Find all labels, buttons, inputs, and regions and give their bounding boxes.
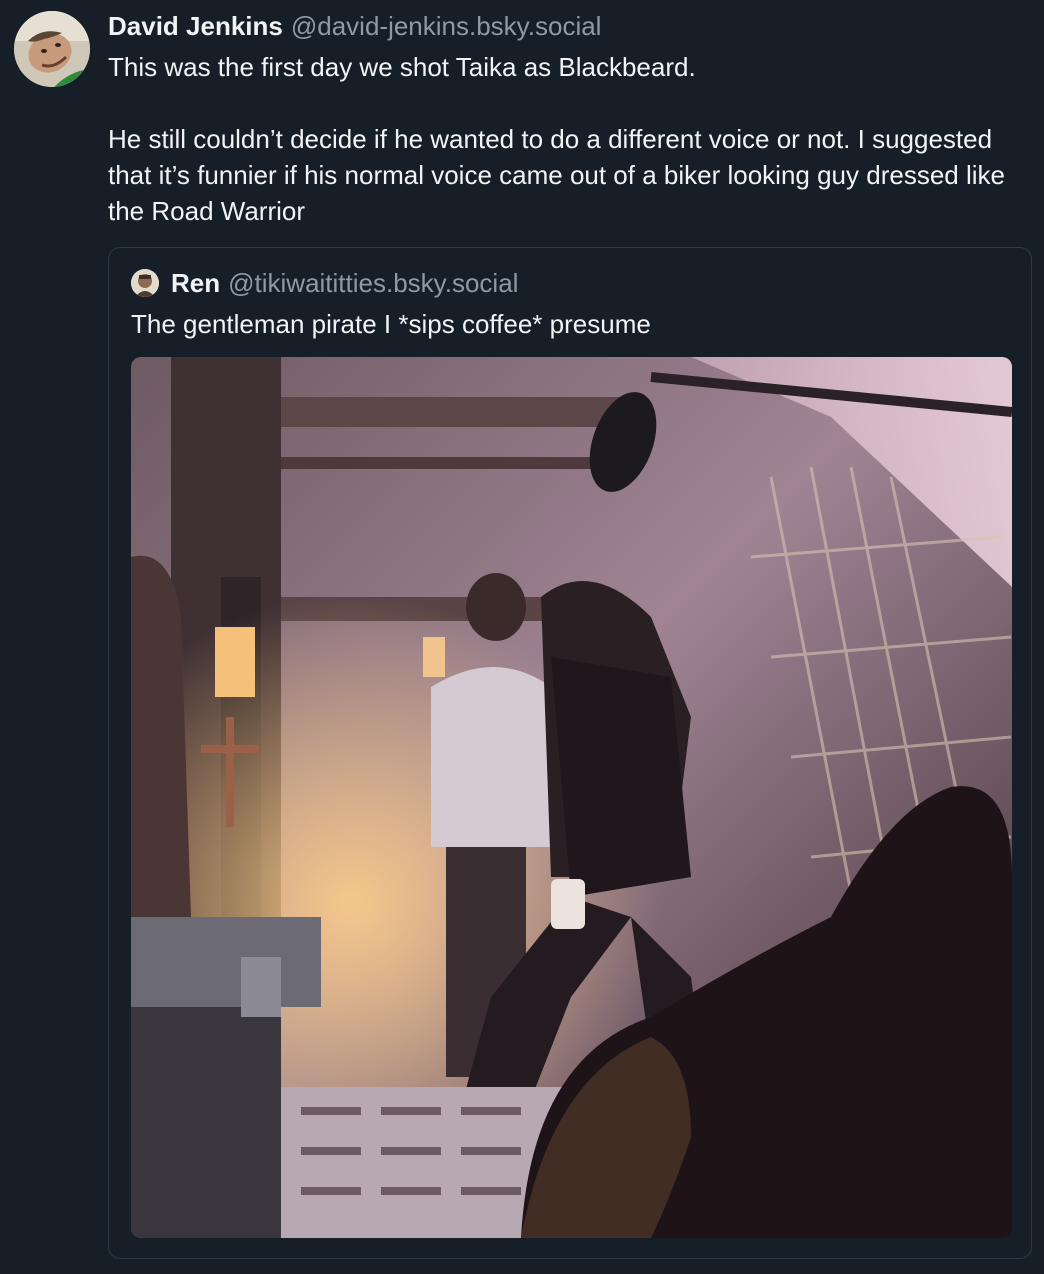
quote-photo[interactable]	[131, 357, 1012, 1238]
quoted-post[interactable]: Ren @tikiwaititties.bsky.social The gent…	[108, 247, 1032, 1259]
quote-author-display-name[interactable]: Ren	[171, 268, 220, 299]
author-avatar[interactable]	[14, 11, 90, 87]
post-header: David Jenkins @david-jenkins.bsky.social	[108, 8, 601, 44]
author-handle[interactable]: @david-jenkins.bsky.social	[291, 11, 602, 42]
post: David Jenkins @david-jenkins.bsky.social…	[0, 0, 1044, 1274]
post-paragraph: He still couldn’t decide if he wanted to…	[108, 124, 1005, 226]
post-text: This was the first day we shot Taika as …	[108, 49, 1033, 229]
quote-author-handle[interactable]: @tikiwaititties.bsky.social	[228, 268, 518, 299]
author-display-name[interactable]: David Jenkins	[108, 11, 283, 42]
quote-header: Ren @tikiwaititties.bsky.social	[131, 266, 518, 300]
post-paragraph: This was the first day we shot Taika as …	[108, 52, 696, 82]
quote-text: The gentleman pirate I *sips coffee* pre…	[131, 309, 651, 339]
quote-author-avatar[interactable]	[131, 269, 159, 297]
